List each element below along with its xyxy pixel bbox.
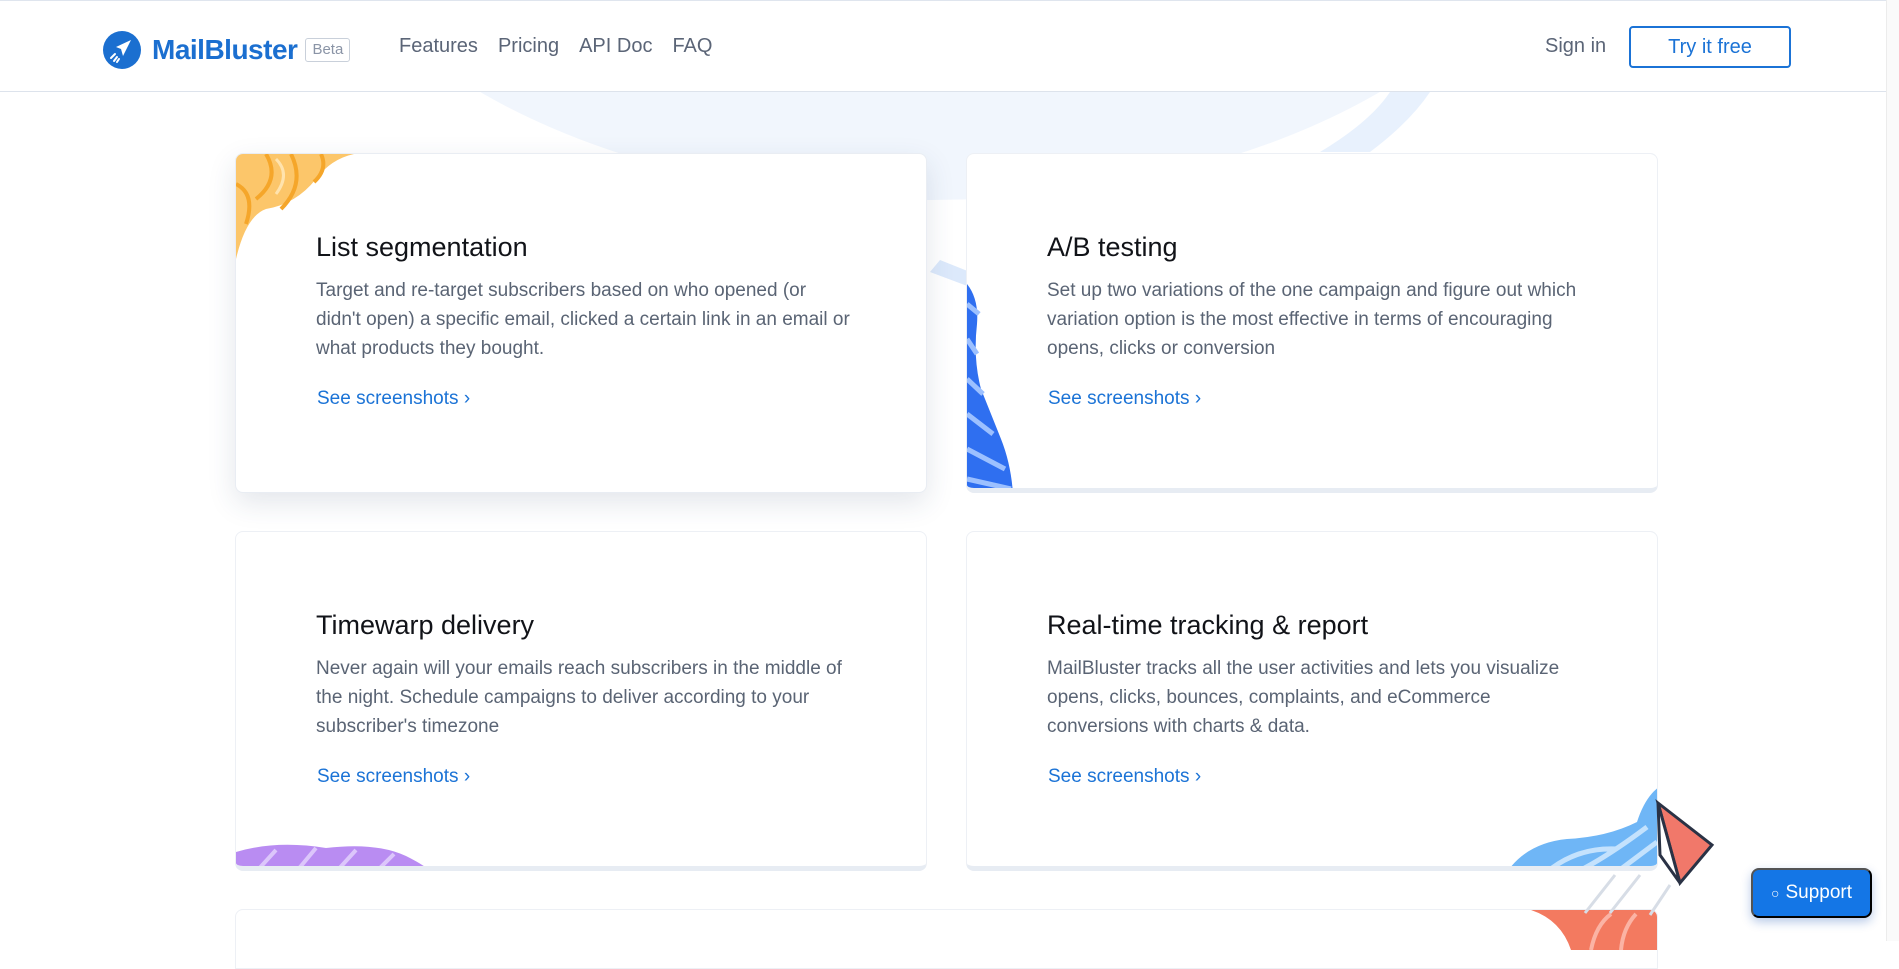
see-screenshots-link[interactable]: See screenshots › <box>317 388 470 410</box>
feature-description: MailBluster tracks all the user activiti… <box>1047 658 1560 737</box>
rocket-logo-icon <box>103 31 141 69</box>
try-it-free-button[interactable]: Try it free <box>1629 26 1791 68</box>
page-scrollbar[interactable] <box>1886 0 1899 941</box>
see-screenshots-link[interactable]: See screenshots › <box>1048 388 1201 410</box>
top-navigation-bar: MailBluster Beta Features Pricing API Do… <box>0 0 1899 92</box>
brand-name: MailBluster <box>152 34 298 65</box>
chevron-right-icon: › <box>463 388 471 409</box>
blue-wave-decoration <box>967 284 1013 488</box>
nav-pricing[interactable]: Pricing <box>498 35 559 58</box>
feature-description: Set up two variations of the one campaig… <box>1047 280 1577 359</box>
support-label: Support <box>1785 882 1852 903</box>
chat-icon: ○ <box>1770 885 1780 901</box>
feature-card-ab-testing: A/B testing Set up two variations of the… <box>966 153 1658 493</box>
feature-card-list-segmentation: List segmentation Target and re-target s… <box>235 153 927 493</box>
nav-faq[interactable]: FAQ <box>672 35 712 58</box>
feature-description: Target and re-target subscribers based o… <box>316 280 850 359</box>
feature-title: Real-time tracking & report <box>1047 610 1369 640</box>
chevron-right-icon: › <box>1194 388 1202 409</box>
feature-title: List segmentation <box>316 232 528 262</box>
see-screenshots-link[interactable]: See screenshots › <box>317 766 470 788</box>
brand-logo[interactable]: MailBluster Beta <box>102 30 351 70</box>
chevron-right-icon: › <box>463 766 471 787</box>
nav-api-doc[interactable]: API Doc <box>579 35 652 58</box>
feature-title: A/B testing <box>1047 232 1178 262</box>
sign-in-link[interactable]: Sign in <box>1545 35 1606 58</box>
purple-blob-decoration <box>236 844 424 866</box>
nav-features[interactable]: Features <box>399 35 478 58</box>
support-button[interactable]: ○ Support <box>1751 868 1872 918</box>
see-screenshots-link[interactable]: See screenshots › <box>1048 766 1201 788</box>
chevron-right-icon: › <box>1194 766 1202 787</box>
feature-description: Never again will your emails reach subsc… <box>316 658 842 737</box>
paper-plane-icon <box>1583 799 1715 916</box>
main-nav: Features Pricing API Doc FAQ <box>399 35 712 58</box>
beta-badge: Beta <box>305 38 351 62</box>
feature-card-next <box>235 909 1658 969</box>
feature-title: Timewarp delivery <box>316 610 535 640</box>
feature-card-timewarp-delivery: Timewarp delivery Never again will your … <box>235 531 927 871</box>
